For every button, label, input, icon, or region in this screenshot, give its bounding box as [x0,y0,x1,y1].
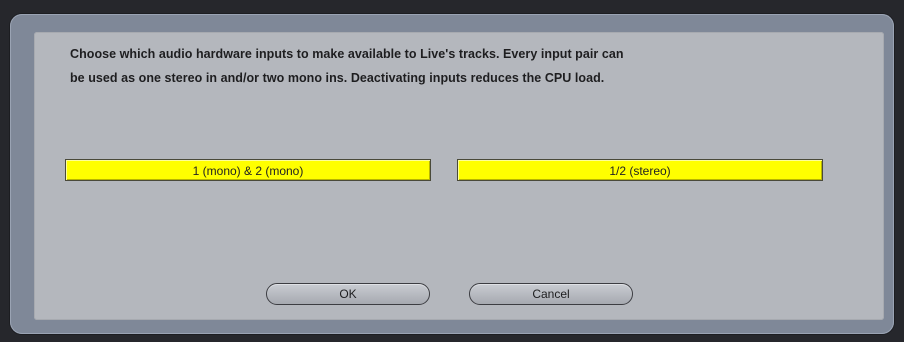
ok-button[interactable]: OK [266,283,430,305]
description-line-2: be used as one stereo in and/or two mono… [70,71,605,85]
cancel-button[interactable]: Cancel [469,283,633,305]
description-line-1: Choose which audio hardware inputs to ma… [70,47,624,61]
mono-inputs-toggle[interactable]: 1 (mono) & 2 (mono) [65,159,431,181]
input-config-dialog: Choose which audio hardware inputs to ma… [34,32,884,320]
stereo-input-toggle[interactable]: 1/2 (stereo) [457,159,823,181]
window-backdrop: Choose which audio hardware inputs to ma… [0,0,904,342]
dialog-description: Choose which audio hardware inputs to ma… [70,42,860,90]
